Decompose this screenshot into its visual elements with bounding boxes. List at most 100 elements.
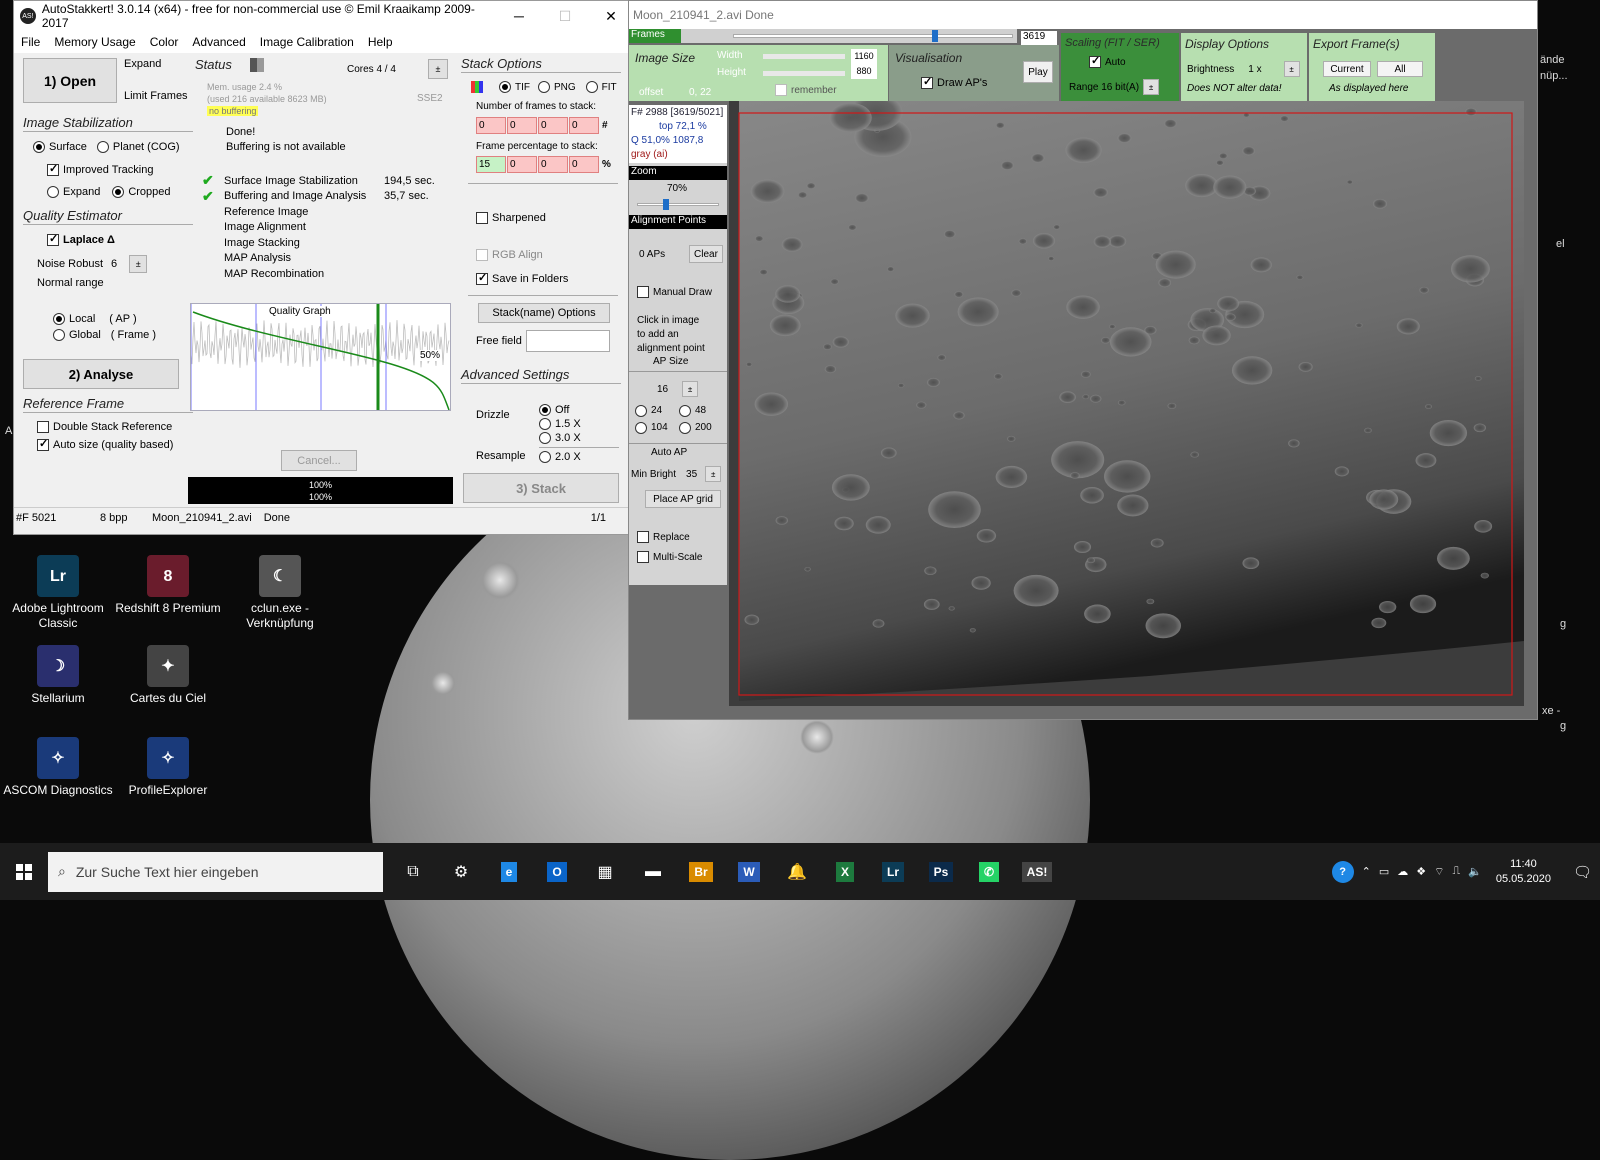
analyse-button[interactable]: 2) Analyse [23,359,179,389]
menu-help[interactable]: Help [361,35,400,49]
calculator-icon[interactable]: ▦ [581,848,629,896]
task-view-icon[interactable]: ⧉ [389,848,437,896]
pct-input[interactable]: 0 [538,156,568,173]
num-frames-input[interactable]: 0 [476,117,506,134]
place-ap-grid-button[interactable]: Place AP grid [645,490,721,508]
pct-input[interactable]: 0 [507,156,537,173]
desktop-icon[interactable]: ☾ cclun.exe - Verknüpfung [225,555,335,631]
autostakkert-icon[interactable]: AS! [1013,848,1061,896]
photoshop-icon[interactable]: Ps [917,848,965,896]
limit-frames-option[interactable]: Limit Frames [124,90,188,102]
num-frames-input[interactable]: 0 [507,117,537,134]
auto-size-checkbox[interactable] [37,437,49,451]
desktop-icon[interactable]: ✧ ProfileExplorer [113,737,223,798]
open-button[interactable]: 1) Open [23,58,117,103]
status-options-icon[interactable]: ± [428,59,448,79]
settings-icon[interactable]: ⚙ [437,848,485,896]
menu-advanced[interactable]: Advanced [185,35,252,49]
dropbox-icon[interactable]: ❖ [1416,865,1426,878]
desktop-icon[interactable]: ✦ Cartes du Ciel [113,645,223,706]
ap-size-radio[interactable] [679,404,691,417]
multi-scale-checkbox[interactable] [637,551,649,563]
desktop-icon[interactable]: ✧ ASCOM Diagnostics [3,737,113,798]
image-size-values[interactable]: 1160 880 [851,49,877,79]
stackname-options-button[interactable]: Stack(name) Options [478,303,610,323]
remember-checkbox[interactable] [775,84,787,96]
fit-radio[interactable] [585,81,598,93]
desktop-icon[interactable]: 8 Redshift 8 Premium [113,555,223,616]
lightroom-icon[interactable]: Lr [869,848,917,896]
zoom-slider[interactable] [637,199,719,210]
clock[interactable]: 11:40 05.05.2020 [1496,857,1551,887]
expand-radio[interactable] [47,186,59,198]
laplace-checkbox[interactable] [47,232,59,246]
resample-radio[interactable] [539,451,551,463]
double-stack-checkbox[interactable] [37,421,49,433]
battery-icon[interactable]: ▭ [1379,865,1389,878]
whatsapp-icon[interactable]: ✆ [965,848,1013,896]
expand-option[interactable]: Expand [124,58,161,70]
rgb-align-checkbox[interactable] [476,249,488,261]
word-icon[interactable]: W [725,848,773,896]
stack-button[interactable]: 3) Stack [463,473,619,503]
pct-input[interactable]: 0 [569,156,599,173]
play-button[interactable]: Play [1023,61,1053,83]
menu-color[interactable]: Color [143,35,186,49]
pct-input[interactable]: 15 [476,156,506,173]
ap-size-stepper[interactable]: ± [682,381,699,397]
export-current-button[interactable]: Current [1323,61,1371,77]
save-in-folders-checkbox[interactable] [476,271,488,285]
range-stepper[interactable]: ± [1143,79,1160,95]
desktop-icon[interactable]: ☽ Stellarium [3,645,113,706]
help-icon[interactable]: ? [1331,860,1354,883]
frames-slider[interactable] [681,29,1017,43]
sharpened-checkbox[interactable] [476,212,488,224]
drizzle-off-radio[interactable] [539,404,551,416]
drizzle-30-radio[interactable] [539,432,551,444]
menu-file[interactable]: File [14,35,47,49]
replace-checkbox[interactable] [637,531,649,543]
free-field-input[interactable] [526,330,610,352]
wifi-icon[interactable]: ⌔ [1434,865,1444,879]
min-bright-stepper[interactable]: ± [705,466,722,482]
minimize-icon[interactable]: ─ [496,8,542,25]
cancel-button[interactable]: Cancel... [281,450,357,471]
improved-tracking-checkbox[interactable] [47,162,59,176]
ap-size-radio[interactable] [635,404,647,417]
windows-start-icon[interactable] [0,848,48,896]
clear-aps-button[interactable]: Clear [689,245,723,263]
draw-aps-checkbox[interactable] [921,75,933,89]
frames-slider-thumb[interactable] [931,30,938,42]
drizzle-15-radio[interactable] [539,418,551,430]
num-frames-input[interactable]: 0 [538,117,568,134]
surface-radio[interactable] [33,141,45,153]
planet-radio[interactable] [96,141,109,153]
num-frames-input[interactable]: 0 [569,117,599,134]
notifications-icon[interactable]: 🗨 [1573,863,1592,881]
maximize-icon[interactable]: ☐ [542,8,588,25]
local-radio[interactable] [53,313,65,325]
bridge-icon[interactable]: Br [677,848,725,896]
ap-size-radio[interactable] [635,421,647,434]
noise-robust-stepper[interactable]: ± [129,255,148,273]
cloud-icon[interactable]: ☁ [1397,865,1408,878]
scaling-auto-checkbox[interactable] [1089,54,1101,68]
tif-radio[interactable] [499,81,511,93]
explorer-icon[interactable]: ▬ [629,848,677,896]
menu-image-calibration[interactable]: Image Calibration [253,35,361,49]
volume-icon[interactable]: 🔈 [1468,865,1482,878]
excel-icon[interactable]: X [821,848,869,896]
frame-preview-canvas[interactable] [729,101,1524,706]
menu-memory-usage[interactable]: Memory Usage [47,35,142,49]
tray-chevron-icon[interactable]: ⌃ [1362,865,1371,878]
outlook-icon[interactable]: O [533,848,581,896]
taskbar-search[interactable]: ⌕ Zur Suche Text hier eingeben [48,851,383,892]
network-icon[interactable]: ⎍ [1452,865,1460,878]
brightness-stepper[interactable]: ± [1283,61,1300,77]
zoom-slider-thumb[interactable] [662,199,669,210]
export-all-button[interactable]: All [1377,61,1423,77]
notifications-app-icon[interactable]: 🔔 [773,848,821,896]
edge-icon[interactable]: e [485,848,533,896]
manual-draw-checkbox[interactable] [637,286,649,298]
global-radio[interactable] [53,329,65,341]
